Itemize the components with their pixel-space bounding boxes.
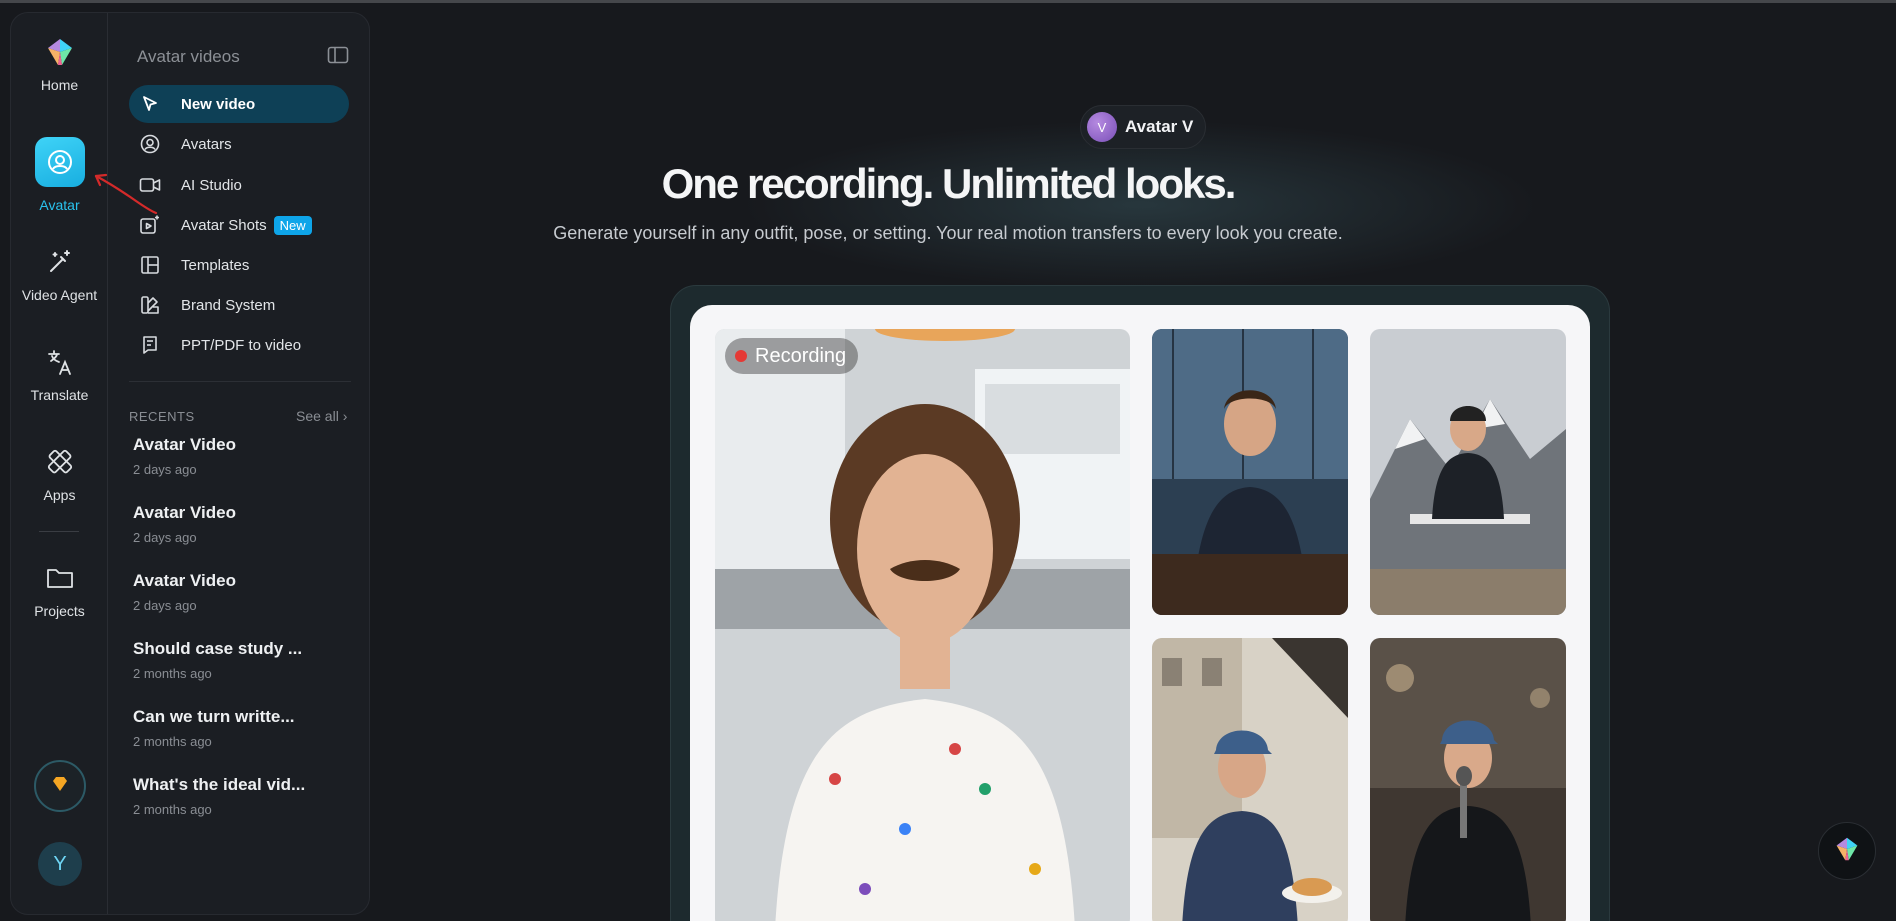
recording-indicator: Recording bbox=[725, 338, 859, 374]
rail-item-home[interactable]: Home bbox=[11, 37, 108, 93]
layout-icon bbox=[139, 254, 161, 276]
rail-label-video-agent: Video Agent bbox=[21, 287, 98, 303]
nav-label: Avatars bbox=[181, 135, 232, 153]
nav-label: New video bbox=[181, 95, 256, 113]
user-circle-icon bbox=[139, 133, 161, 155]
recent-item[interactable]: Should case study ... 2 months ago bbox=[133, 639, 353, 681]
rail-item-apps[interactable]: Apps bbox=[11, 447, 108, 503]
recent-item[interactable]: Avatar Video 2 days ago bbox=[133, 503, 353, 545]
recent-title: Can we turn writte... bbox=[133, 707, 295, 726]
hero-headline: One recording. Unlimited looks. bbox=[661, 160, 1237, 207]
user-avatar[interactable]: Y bbox=[38, 842, 82, 886]
user-initial: Y bbox=[53, 852, 67, 875]
rail-label-translate: Translate bbox=[30, 387, 89, 403]
main-avatar-video[interactable] bbox=[715, 329, 1130, 921]
nav-brand-system[interactable]: Brand System bbox=[129, 286, 349, 324]
diamond-icon bbox=[51, 776, 69, 797]
look-mountain-thumbnail[interactable] bbox=[1370, 329, 1566, 615]
see-all-link[interactable]: See all › bbox=[296, 408, 347, 424]
look-cafe-thumbnail[interactable] bbox=[1152, 638, 1348, 921]
record-dot-icon bbox=[735, 350, 747, 362]
rail-divider bbox=[39, 531, 79, 532]
recents-heading: RECENTS bbox=[129, 409, 195, 424]
sidebar: Avatar videos New video Avatars AI Studi… bbox=[109, 13, 369, 914]
logo-icon bbox=[45, 37, 75, 67]
magic-wand-icon bbox=[45, 247, 75, 277]
nav-new-video[interactable]: New video bbox=[129, 85, 349, 123]
avatar-v-pill[interactable]: V Avatar V bbox=[1080, 105, 1207, 149]
rail-label-home: Home bbox=[40, 77, 79, 93]
collapse-sidebar-button[interactable] bbox=[327, 46, 349, 64]
logo-icon bbox=[1834, 836, 1860, 867]
sidebar-toggle-icon bbox=[327, 46, 349, 64]
presentation-icon bbox=[139, 334, 161, 356]
rail-item-video-agent[interactable]: Video Agent bbox=[11, 247, 108, 303]
look-stage-thumbnail[interactable] bbox=[1370, 638, 1566, 921]
folder-icon bbox=[45, 563, 75, 593]
recent-item[interactable]: Avatar Video 2 days ago bbox=[133, 571, 353, 613]
recent-date: 2 months ago bbox=[133, 734, 212, 749]
recent-item[interactable]: Avatar Video 2 days ago bbox=[133, 435, 353, 477]
rail-label-projects: Projects bbox=[34, 603, 85, 619]
rail-label-apps: Apps bbox=[43, 487, 76, 503]
recent-title: Avatar Video bbox=[133, 503, 236, 522]
tools-icon bbox=[45, 447, 75, 477]
assistant-button[interactable] bbox=[1818, 822, 1876, 880]
nav-templates[interactable]: Templates bbox=[129, 246, 349, 284]
nav-label: Brand System bbox=[181, 296, 276, 314]
navigation-panel: Home Avatar Video Agent Translate Apps P… bbox=[10, 12, 370, 915]
rail-item-projects[interactable]: Projects bbox=[11, 563, 108, 619]
recent-title: Avatar Video bbox=[133, 435, 236, 454]
premium-button[interactable] bbox=[34, 760, 86, 812]
cursor-icon bbox=[139, 93, 161, 115]
nav-avatars[interactable]: Avatars bbox=[129, 125, 349, 163]
nav-ppt-pdf-to-video[interactable]: PPT/PDF to video bbox=[129, 326, 349, 364]
icon-rail: Home Avatar Video Agent Translate Apps P… bbox=[11, 13, 108, 914]
recent-date: 2 days ago bbox=[133, 598, 197, 613]
recent-date: 2 days ago bbox=[133, 530, 197, 545]
recent-item[interactable]: Can we turn writte... 2 months ago bbox=[133, 707, 353, 749]
sidebar-divider bbox=[129, 381, 351, 382]
recent-title: What's the ideal vid... bbox=[133, 775, 306, 794]
recording-label: Recording bbox=[755, 344, 847, 367]
recent-date: 2 months ago bbox=[133, 666, 212, 681]
sidebar-title: Avatar videos bbox=[137, 47, 240, 66]
recent-item[interactable]: What's the ideal vid... 2 months ago bbox=[133, 775, 353, 817]
pill-avatar: V bbox=[1087, 112, 1117, 142]
rail-item-translate[interactable]: Translate bbox=[11, 347, 108, 403]
look-office-thumbnail[interactable] bbox=[1152, 329, 1348, 615]
translate-icon bbox=[45, 347, 75, 377]
recent-date: 2 months ago bbox=[133, 802, 212, 817]
nav-label: PPT/PDF to video bbox=[181, 336, 302, 354]
nav-label: Templates bbox=[181, 256, 250, 274]
palette-icon bbox=[139, 294, 161, 316]
pill-label: Avatar V bbox=[1125, 117, 1194, 136]
recent-title: Should case study ... bbox=[133, 639, 303, 658]
recent-date: 2 days ago bbox=[133, 462, 197, 477]
hero-subhead: Generate yourself in any outfit, pose, o… bbox=[553, 223, 1343, 243]
recent-title: Avatar Video bbox=[133, 571, 236, 590]
window-top-border bbox=[0, 0, 1896, 3]
